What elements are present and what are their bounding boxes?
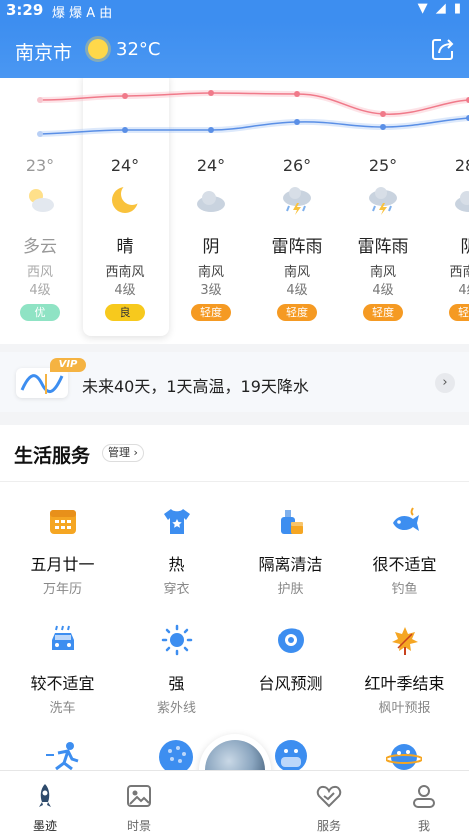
- service-value: 较不适宜: [30, 674, 95, 693]
- day-wind-level: 4级: [114, 283, 136, 298]
- day-condition: 阴: [426, 232, 469, 257]
- moon-icon: [112, 185, 140, 213]
- photo-icon: [127, 785, 151, 807]
- running-icon[interactable]: [46, 741, 80, 771]
- header: 南京市 32°C: [0, 22, 469, 78]
- service-value: 隔离清洁: [258, 555, 323, 574]
- day-temperature: 25°: [368, 156, 398, 175]
- temperature-curve: [37, 89, 469, 137]
- typhoon-icon: [278, 626, 304, 653]
- day-condition: 多云: [23, 237, 57, 257]
- tab-scenery[interactable]: 时景: [104, 783, 174, 834]
- service-value: 很不适宜: [372, 555, 437, 574]
- trend-chart-icon: [16, 368, 68, 398]
- service-label: 洗车: [49, 701, 76, 716]
- day-condition: 雷阵雨: [357, 237, 409, 257]
- calendar-icon: [50, 510, 76, 534]
- share-icon[interactable]: [430, 36, 456, 62]
- tab-moji[interactable]: 墨迹: [10, 783, 80, 834]
- air-quality-badge: 轻度: [191, 304, 231, 321]
- day-wind-level: 4级: [372, 283, 394, 298]
- day-condition: 晴: [116, 237, 134, 257]
- pollen-icon[interactable]: [158, 739, 194, 771]
- uv-sun-icon: [161, 624, 193, 656]
- divider: [0, 481, 469, 482]
- tab-label: 我: [417, 819, 430, 833]
- notification-icons: 爆 爆 A 由: [52, 6, 113, 21]
- tab-label: 服务: [316, 819, 341, 833]
- cloud-icon: [455, 191, 469, 212]
- day-temperature: 28°: [454, 156, 469, 175]
- vip-badge: VIP: [50, 358, 86, 372]
- manage-button[interactable]: 管理 ›: [102, 444, 144, 462]
- air-quality-badge: 轻度: [363, 304, 403, 321]
- heart-handshake-icon: [316, 785, 342, 808]
- day-wind-level: 4级: [458, 283, 469, 298]
- day-wind: 西南风: [449, 265, 469, 280]
- cloud-icon: [197, 191, 225, 212]
- air-quality-badge: 优: [20, 304, 60, 321]
- service-label: 穿衣: [163, 582, 190, 597]
- service-label: 枫叶预报: [378, 701, 431, 716]
- fish-icon: [393, 507, 419, 531]
- tab-me[interactable]: 我: [389, 783, 459, 834]
- day-wind: 西风: [26, 265, 53, 280]
- day-wind: 西南风: [105, 265, 145, 280]
- day-wind-level: 4级: [286, 283, 308, 298]
- air-quality-badge: 良: [105, 304, 145, 321]
- service-value: 五月廿一: [30, 555, 95, 574]
- service-label: 紫外线: [156, 701, 196, 716]
- day-wind: 南风: [283, 265, 310, 280]
- service-label: 护肤: [277, 582, 304, 597]
- status-bar: 3:29 爆 爆 A 由 ▼ ◢ ▮: [0, 0, 469, 22]
- person-icon: [413, 785, 435, 808]
- status-time: 3:29: [6, 1, 44, 19]
- sun-icon: [88, 39, 108, 59]
- bottom-tab-bar: 墨迹 时景 服务 我: [0, 770, 469, 837]
- day-condition: 雷阵雨: [271, 237, 323, 257]
- car-wash-icon: [52, 625, 74, 650]
- day-temperature: 23°: [25, 156, 55, 175]
- section-title: 生活服务: [14, 445, 91, 467]
- chevron-right-icon[interactable]: ›: [435, 373, 455, 393]
- mask-face-icon[interactable]: [274, 739, 308, 771]
- service-label: 万年历: [42, 582, 82, 597]
- planet-icon[interactable]: [386, 739, 422, 771]
- service-value: 台风预测: [258, 674, 323, 693]
- tab-label: 墨迹: [32, 819, 57, 833]
- day-temperature: 26°: [282, 156, 312, 175]
- tab-label: 时景: [126, 819, 151, 833]
- cloudy-sun-icon: [29, 189, 54, 212]
- thunderstorm-icon: [283, 187, 311, 215]
- city-name[interactable]: 南京市: [15, 38, 72, 65]
- day-wind-level: 4级: [29, 283, 51, 298]
- vip-40day-banner[interactable]: VIP 未来40天，1天高温，19天降水 ›: [0, 352, 469, 412]
- system-status-icons: ▼ ◢ ▮: [417, 1, 463, 16]
- current-temperature: 32°C: [116, 39, 161, 60]
- tshirt-icon: [164, 509, 190, 534]
- day-temperature: 24°: [196, 156, 226, 175]
- day-condition: 阴: [202, 237, 220, 257]
- daily-forecast[interactable]: 23° 多云 西风 4级 优 24° 晴 西南风 4级 良 24° 阴 南风 3…: [0, 78, 469, 344]
- service-value: 红叶季结束: [364, 674, 445, 693]
- maple-leaf-icon: [392, 627, 418, 655]
- day-wind: 南风: [369, 265, 396, 280]
- service-value: 热: [168, 555, 185, 574]
- air-quality-badge: 轻度: [277, 304, 317, 321]
- day-wind: 南风: [197, 265, 224, 280]
- day-wind-level: 3级: [200, 283, 222, 298]
- air-quality-badge: 轻度: [449, 304, 469, 321]
- rocket-icon: [39, 784, 51, 807]
- tab-services[interactable]: 服务: [294, 783, 364, 834]
- service-value: 强: [168, 674, 185, 693]
- vip-forecast-text: 未来40天，1天高温，19天降水: [82, 377, 309, 396]
- service-label: 钓鱼: [391, 582, 418, 597]
- thunderstorm-icon: [369, 187, 397, 215]
- life-services-section: 生活服务 管理 › 五月廿一 万年历 热 穿衣 隔离清洁 护肤 很不适宜 钓鱼 …: [0, 425, 469, 771]
- day-temperature: 24°: [110, 156, 140, 175]
- skincare-icon: [281, 510, 303, 534]
